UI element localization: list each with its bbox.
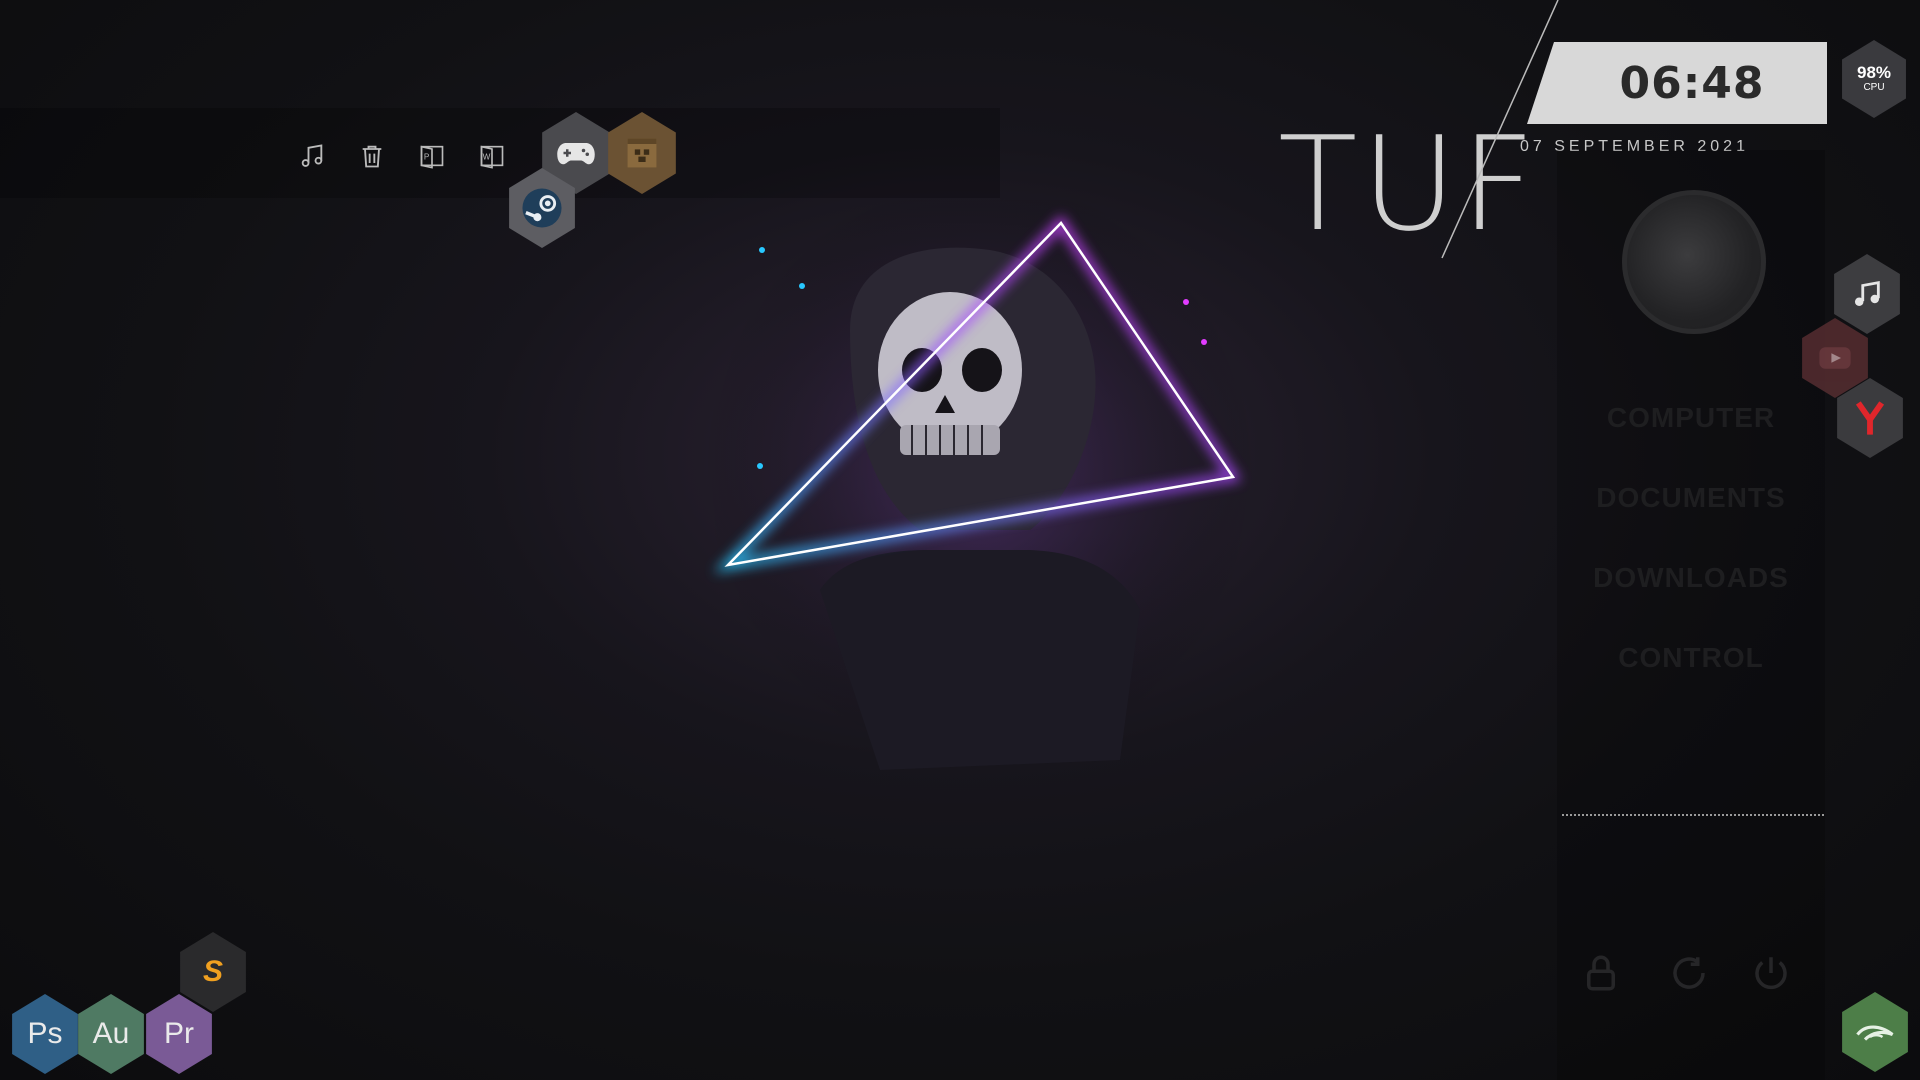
sidebar-link-documents[interactable]: DOCUMENTS: [1557, 482, 1825, 514]
cpu-value: 98%: [1856, 63, 1892, 82]
photoshop-icon[interactable]: Ps: [12, 994, 78, 1074]
sublime-label: S: [202, 955, 223, 988]
clock-panel: 06:48: [1527, 42, 1827, 124]
restart-icon[interactable]: [1668, 952, 1710, 994]
photoshop-label: Ps: [27, 1017, 63, 1050]
word-icon[interactable]: W: [474, 138, 510, 174]
power-icon[interactable]: [1750, 952, 1792, 994]
avatar[interactable]: [1622, 190, 1766, 334]
premiere-label: Pr: [164, 1017, 194, 1050]
clock-time: 06:48: [1619, 57, 1765, 109]
audition-label: Au: [92, 1017, 130, 1050]
audition-icon[interactable]: Au: [78, 994, 144, 1074]
cpu-meter: 98% CPU: [1842, 40, 1906, 118]
sidebar-link-downloads[interactable]: DOWNLOADS: [1557, 562, 1825, 594]
sidebar-separator: [1562, 814, 1824, 816]
divider-line: [1441, 0, 1559, 259]
cpu-label: CPU: [1863, 82, 1885, 93]
nvidia-icon[interactable]: [1842, 992, 1908, 1072]
skull-artwork: [700, 200, 1260, 800]
sidebar-link-control[interactable]: CONTROL: [1557, 642, 1825, 674]
trash-icon[interactable]: [354, 138, 390, 174]
publisher-icon[interactable]: P: [414, 138, 450, 174]
lock-icon[interactable]: [1580, 952, 1622, 994]
svg-text:W: W: [483, 153, 491, 162]
sidebar-link-computer[interactable]: COMPUTER: [1557, 402, 1825, 434]
music-note-icon[interactable]: [294, 138, 330, 174]
svg-text:P: P: [424, 153, 430, 162]
music-note-icon[interactable]: [1834, 254, 1900, 334]
